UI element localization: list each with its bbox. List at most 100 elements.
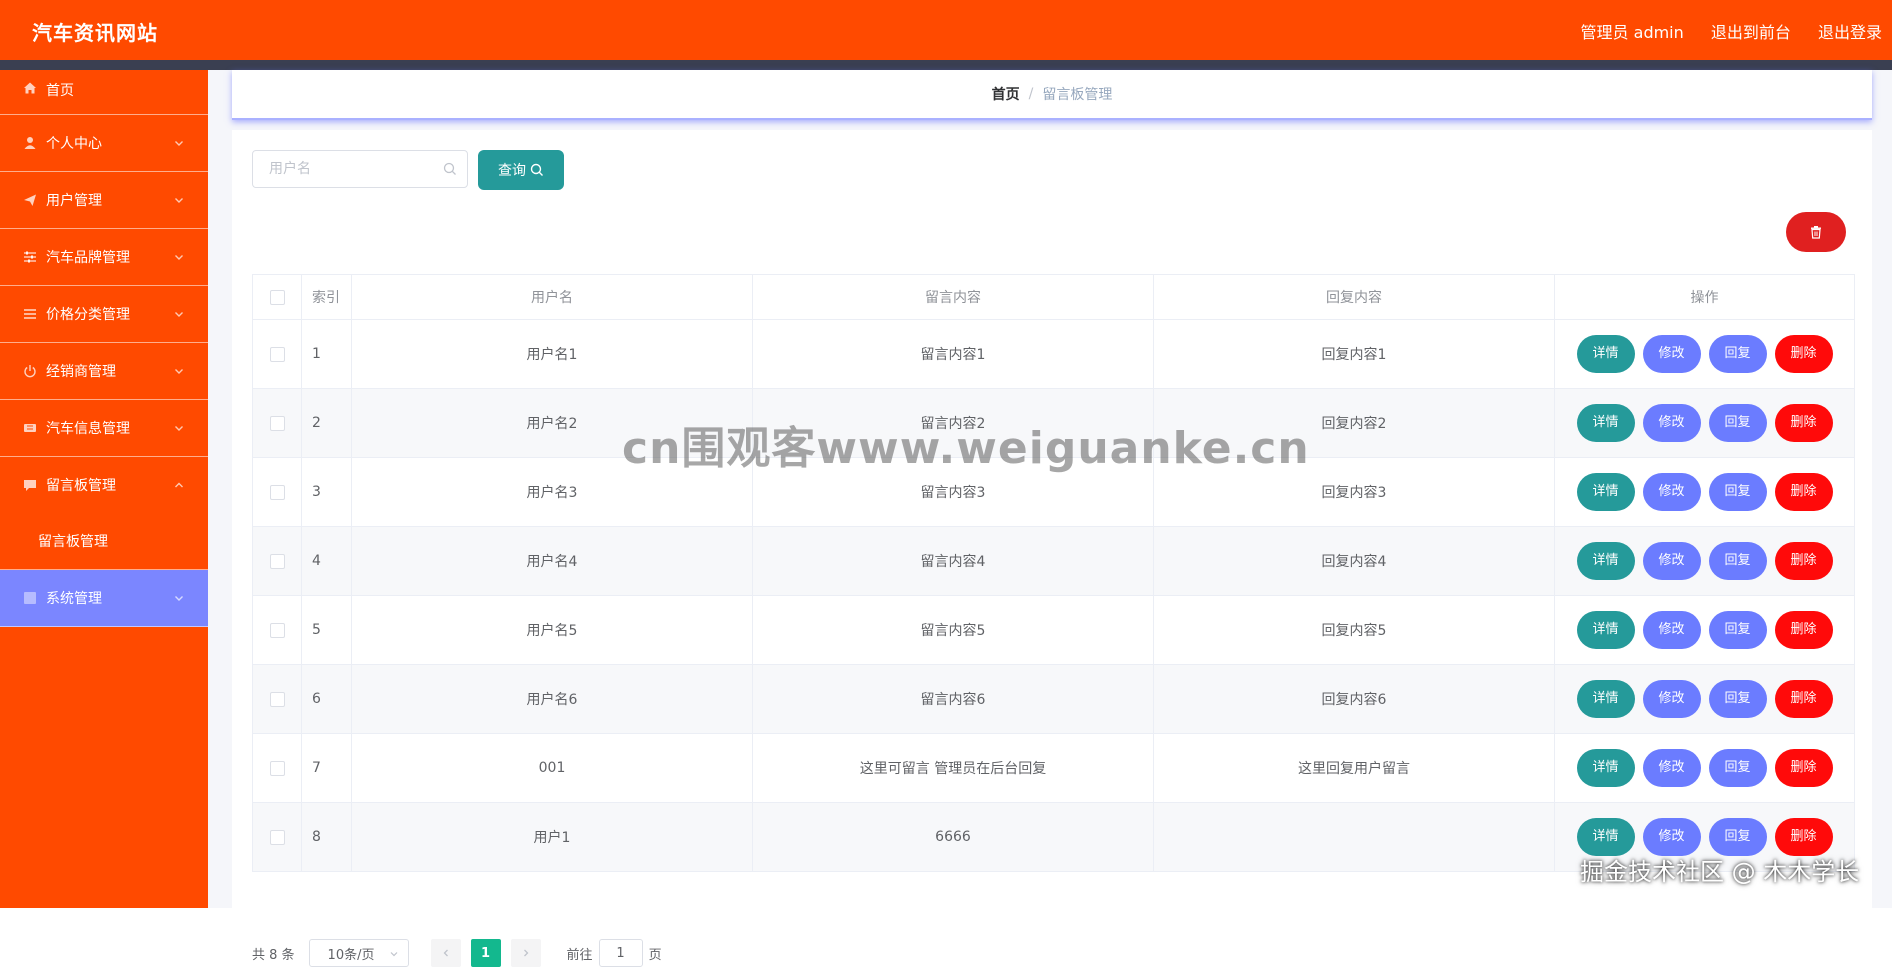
column-header-message: 留言内容 <box>752 274 1154 320</box>
row-checkbox[interactable] <box>269 415 285 431</box>
sidebar-item-profile[interactable]: 个人中心 <box>0 115 208 172</box>
query-button[interactable]: 查询 <box>478 150 564 190</box>
cell-index: 8 <box>301 802 352 872</box>
sidebar-item-label: 留言板管理 <box>46 478 116 494</box>
row-checkbox[interactable] <box>269 760 285 776</box>
row-checkbox[interactable] <box>269 346 285 362</box>
goto-label: 前往 <box>566 947 593 963</box>
detail-button[interactable]: 详情 <box>1576 818 1635 856</box>
table-row: 2 用户名2 留言内容2 回复内容2 详情 修改 回复 删除 <box>252 388 1855 458</box>
table-row: 6 用户名6 留言内容6 回复内容6 详情 修改 回复 删除 <box>252 664 1855 734</box>
cell-index: 6 <box>301 664 352 734</box>
chevron-down-icon <box>175 596 183 601</box>
detail-button[interactable]: 详情 <box>1576 611 1635 649</box>
reply-button[interactable]: 回复 <box>1708 335 1767 373</box>
cell-actions: 详情 修改 回复 删除 <box>1554 388 1855 458</box>
chevron-down-icon <box>390 952 397 957</box>
delete-button[interactable]: 删除 <box>1774 818 1833 856</box>
sidebar-item-message-board[interactable]: 留言板管理 <box>0 457 208 513</box>
sidebar-item-price-category[interactable]: 价格分类管理 <box>0 286 208 343</box>
breadcrumb: 首页 / 留言板管理 <box>232 70 1872 120</box>
table-header-row: 索引 用户名 留言内容 回复内容 操作 <box>252 274 1855 320</box>
chevron-right-icon <box>523 949 528 957</box>
goto-page-input[interactable]: 1 <box>598 939 643 967</box>
sidebar-item-label: 价格分类管理 <box>46 307 130 323</box>
edit-button[interactable]: 修改 <box>1642 611 1701 649</box>
row-select-cell <box>252 319 302 389</box>
batch-delete-button[interactable] <box>1786 212 1846 252</box>
header-divider-strip <box>0 60 1892 70</box>
select-all-checkbox[interactable] <box>269 289 285 305</box>
edit-button[interactable]: 修改 <box>1642 542 1701 580</box>
next-page-button[interactable] <box>510 939 541 967</box>
detail-button[interactable]: 详情 <box>1576 542 1635 580</box>
reply-button[interactable]: 回复 <box>1708 611 1767 649</box>
detail-button[interactable]: 详情 <box>1576 335 1635 373</box>
logout-link[interactable]: 退出登录 <box>1818 23 1882 42</box>
page-number-current[interactable]: 1 <box>470 939 501 967</box>
edit-button[interactable]: 修改 <box>1642 473 1701 511</box>
submenu-item-message-board[interactable]: 留言板管理 <box>0 513 208 570</box>
edit-button[interactable]: 修改 <box>1642 335 1701 373</box>
table-row: 1 用户名1 留言内容1 回复内容1 详情 修改 回复 删除 <box>252 319 1855 389</box>
detail-button[interactable]: 详情 <box>1576 749 1635 787</box>
cell-reply: 回复内容5 <box>1153 595 1555 665</box>
edit-button[interactable]: 修改 <box>1642 404 1701 442</box>
page-size-select[interactable]: 10条/页 <box>308 939 409 967</box>
reply-button[interactable]: 回复 <box>1708 818 1767 856</box>
edit-button[interactable]: 修改 <box>1642 749 1701 787</box>
row-checkbox[interactable] <box>269 829 285 845</box>
site-title: 汽车资讯网站 <box>32 21 158 45</box>
cell-username: 用户1 <box>351 802 753 872</box>
column-header-username: 用户名 <box>351 274 753 320</box>
select-all-cell <box>252 274 302 320</box>
delete-button[interactable]: 删除 <box>1774 749 1833 787</box>
username-search-input[interactable] <box>267 151 441 187</box>
row-checkbox[interactable] <box>269 484 285 500</box>
prev-page-button[interactable] <box>430 939 461 967</box>
sidebar-item-user-management[interactable]: 用户管理 <box>0 172 208 229</box>
breadcrumb-home[interactable]: 首页 <box>992 84 1020 104</box>
reply-button[interactable]: 回复 <box>1708 404 1767 442</box>
search-icon <box>530 163 543 176</box>
reply-button[interactable]: 回复 <box>1708 473 1767 511</box>
row-checkbox[interactable] <box>269 553 285 569</box>
delete-button[interactable]: 删除 <box>1774 542 1833 580</box>
cell-reply: 回复内容2 <box>1153 388 1555 458</box>
delete-button[interactable]: 删除 <box>1774 680 1833 718</box>
sidebar-item-car-info[interactable]: 汽车信息管理 <box>0 400 208 457</box>
delete-button[interactable]: 删除 <box>1774 611 1833 649</box>
delete-button[interactable]: 删除 <box>1774 335 1833 373</box>
sidebar: 首页 个人中心 用户管理 汽车品牌管理 价格分类管理 经销商管理 汽车信息管理 … <box>0 70 208 908</box>
exit-to-front-link[interactable]: 退出到前台 <box>1711 23 1791 42</box>
cell-actions: 详情 修改 回复 删除 <box>1554 457 1855 527</box>
column-header-actions: 操作 <box>1554 274 1855 320</box>
admin-user-label[interactable]: 管理员 admin <box>1581 23 1684 42</box>
chevron-down-icon <box>175 426 183 431</box>
reply-button[interactable]: 回复 <box>1708 749 1767 787</box>
row-checkbox[interactable] <box>269 691 285 707</box>
detail-button[interactable]: 详情 <box>1576 473 1635 511</box>
cell-reply: 回复内容3 <box>1153 457 1555 527</box>
row-checkbox[interactable] <box>269 622 285 638</box>
cell-username: 用户名2 <box>351 388 753 458</box>
row-select-cell <box>252 526 302 596</box>
detail-button[interactable]: 详情 <box>1576 404 1635 442</box>
reply-button[interactable]: 回复 <box>1708 680 1767 718</box>
table-row: 4 用户名4 留言内容4 回复内容4 详情 修改 回复 删除 <box>252 526 1855 596</box>
sidebar-item-system-management[interactable]: 系统管理 <box>0 570 208 627</box>
sidebar-item-home[interactable]: 首页 <box>0 70 208 115</box>
pagination: 共 8 条 10条/页 1 前往 1 页 <box>252 938 662 968</box>
detail-button[interactable]: 详情 <box>1576 680 1635 718</box>
delete-button[interactable]: 删除 <box>1774 404 1833 442</box>
sidebar-item-brand-management[interactable]: 汽车品牌管理 <box>0 229 208 286</box>
paper-plane-icon <box>22 192 38 208</box>
edit-button[interactable]: 修改 <box>1642 818 1701 856</box>
sidebar-item-label: 汽车品牌管理 <box>46 250 130 266</box>
table-row: 3 用户名3 留言内容3 回复内容3 详情 修改 回复 删除 <box>252 457 1855 527</box>
sidebar-item-dealer-management[interactable]: 经销商管理 <box>0 343 208 400</box>
edit-button[interactable]: 修改 <box>1642 680 1701 718</box>
chevron-down-icon <box>175 255 183 260</box>
reply-button[interactable]: 回复 <box>1708 542 1767 580</box>
delete-button[interactable]: 删除 <box>1774 473 1833 511</box>
